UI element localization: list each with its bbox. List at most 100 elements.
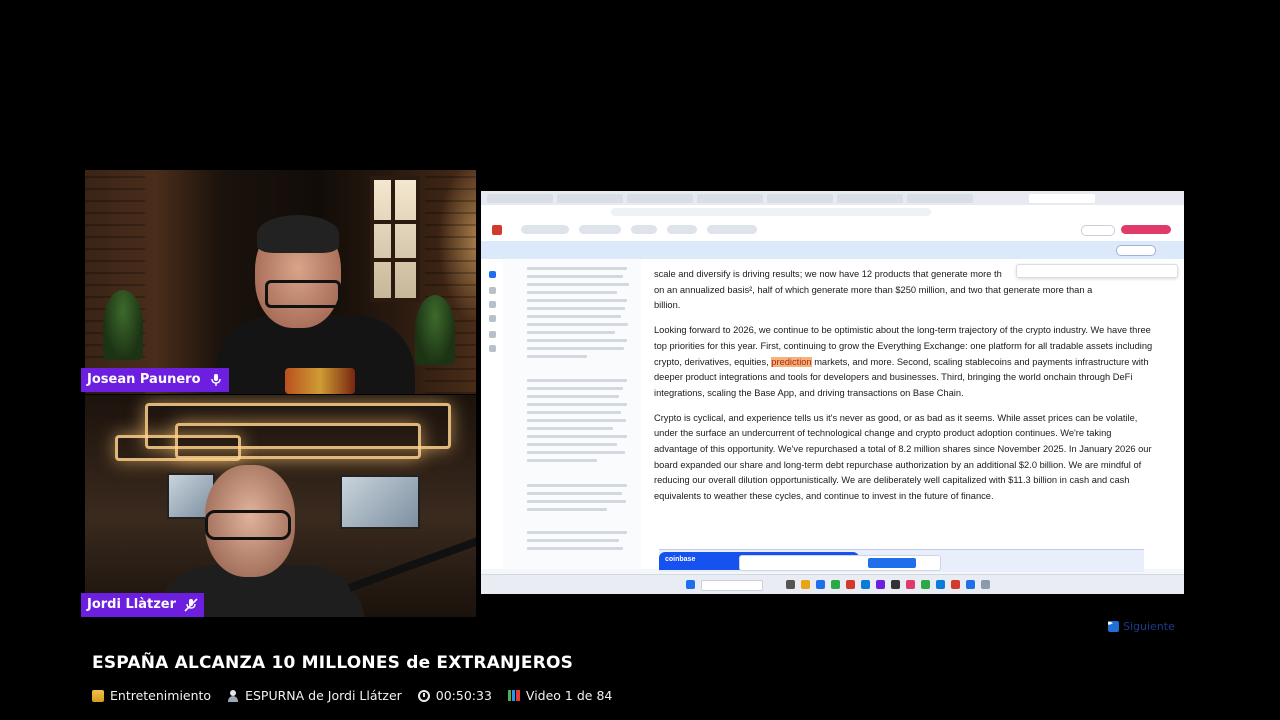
thumb-text [527,508,607,511]
browser-tab[interactable] [837,194,903,203]
thumb-text [527,403,627,406]
browser-tab[interactable] [767,194,833,203]
glasses [205,510,291,540]
paragraph-1-line-1: scale and diversify is driving results; … [654,269,1002,279]
browser-tab-active[interactable] [1029,194,1095,203]
toast-action-button[interactable] [868,558,916,568]
browser-tab[interactable] [697,194,763,203]
category-label: Entretenimiento [110,688,212,703]
participant-nameplate: Jordi Llàtzer [81,593,204,617]
thumb-text [527,331,615,334]
thumb-text [527,283,629,286]
thumb-text [527,347,624,350]
pdf-toolbar [481,219,1184,242]
ai-assistant-button[interactable] [1121,225,1171,234]
taskbar-app-icon[interactable] [951,580,960,589]
next-label: Siguiente [1123,620,1175,633]
start-icon[interactable] [686,580,695,589]
toolbar-button[interactable] [521,225,569,234]
thumb-text [527,379,627,382]
thumb-text [527,315,621,318]
taskbar-app-icon[interactable] [891,580,900,589]
person-hair [257,215,339,253]
paragraph-2: Looking forward to 2026, we continue to … [654,323,1154,402]
zoom-tool-icon[interactable] [489,287,496,294]
next-video-button[interactable]: Siguiente [1108,619,1175,633]
toolbar-button[interactable] [667,225,697,234]
paragraph-1-line-2: on an annualized basis², half of which g… [654,284,1093,295]
taskbar-app-icon[interactable] [801,580,810,589]
share-button[interactable] [1081,225,1115,236]
browser-tab[interactable] [907,194,973,203]
video-meta: Entretenimiento ESPURNA de Jordi Llátzer… [92,688,612,703]
taskbar-app-icon[interactable] [981,580,990,589]
taskbar-search[interactable] [701,580,763,591]
taskbar-app-icon[interactable] [966,580,975,589]
taskbar-app-icon[interactable] [786,580,795,589]
participant-nameplate: Josean Paunero [81,368,229,392]
taskbar-app-icon[interactable] [861,580,870,589]
thumb-text [527,459,597,462]
participant-name: Jordi Llàtzer [87,597,176,612]
thumb-text [527,323,628,326]
pdf-page: scale and diversify is driving results; … [641,259,1184,569]
select-tool-icon[interactable] [489,271,496,278]
thumb-text [527,492,622,495]
edit-tool-icon[interactable] [489,301,496,308]
brick-wall [85,170,145,394]
thumb-text [527,355,587,358]
search-highlight: prediction [771,356,812,367]
taskbar-app-icon[interactable] [831,580,840,589]
thumb-text [527,531,627,534]
taskbar-app-icon[interactable] [846,580,855,589]
info-banner [481,241,1184,260]
thumb-text [527,275,623,278]
toolbar-button[interactable] [631,225,657,234]
thumb-text [527,387,623,390]
zoom-out-icon[interactable] [489,345,496,352]
coinbase-label: coinbase [665,556,696,563]
tools-sidebar [481,259,504,569]
taskbar-app-icon[interactable] [906,580,915,589]
find-in-page-box[interactable] [1016,264,1178,278]
notification-toast [739,555,941,571]
thumb-text [527,435,627,438]
toolbar-button[interactable] [579,225,621,234]
category[interactable]: Entretenimiento [92,688,211,703]
browser-tab[interactable] [627,194,693,203]
draw-tool-icon[interactable] [489,315,496,322]
address-bar-row [481,205,1184,220]
pdf-app-icon [492,225,502,235]
thumb-text [527,395,619,398]
thumb-text [527,427,613,430]
address-input[interactable] [611,208,931,216]
shirt-print [285,368,355,394]
plant [103,290,143,360]
taskbar-app-icon[interactable] [936,580,945,589]
playlist-position: Video 1 de 84 [507,688,612,703]
thumb-text [527,411,621,414]
toolbar-button[interactable] [707,225,757,234]
taskbar-app-icon[interactable] [876,580,885,589]
banner-button[interactable] [1116,245,1156,256]
browser-tab[interactable] [557,194,623,203]
mic-icon [210,374,221,386]
microphone-arm [347,536,476,592]
duration-label: 00:50:33 [435,688,492,703]
glasses [265,280,341,308]
author[interactable]: ESPURNA de Jordi Llátzer [227,688,402,703]
taskbar-app-icon[interactable] [921,580,930,589]
mic-muted-icon [184,598,198,612]
thumb-text [527,500,626,503]
windows-taskbar [481,574,1184,594]
pdf-text: scale and diversify is driving results; … [654,267,1154,514]
taskbar-app-icon[interactable] [816,580,825,589]
browser-tab[interactable] [487,194,553,203]
camera-tile-josean [85,170,476,394]
duration: 00:50:33 [417,688,492,703]
wall-screen [340,475,420,529]
ceiling-light [115,435,241,461]
thumbnail-pane [503,259,642,569]
zoom-in-icon[interactable] [489,331,496,338]
video-title: ESPAÑA ALCANZA 10 MILLONES de EXTRANJERO… [92,653,574,673]
